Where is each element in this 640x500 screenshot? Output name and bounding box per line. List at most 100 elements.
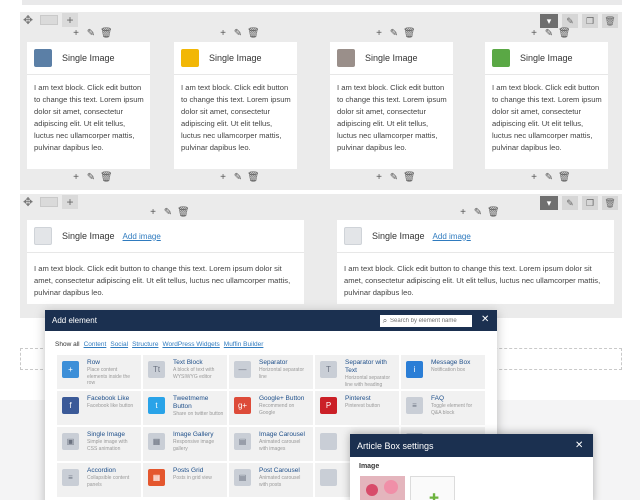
element-tile[interactable]: g+ Google+ Button Recommend on Google <box>229 391 313 425</box>
clone-icon[interactable]: ❐ <box>582 14 598 28</box>
category-tab-show-all[interactable]: Show all <box>55 341 80 348</box>
category-tab-content[interactable]: Content <box>84 341 107 348</box>
pencil-icon[interactable]: ✎ <box>562 196 578 210</box>
chevron-down-icon[interactable]: ▾ <box>540 14 558 28</box>
element-tile[interactable]: ▤ Image Carousel Animated carousel with im… <box>229 427 313 461</box>
element-tile[interactable]: ▦ Image Gallery Responsive image gallery <box>143 427 227 461</box>
settings-header: Article Box settings <box>350 434 593 457</box>
close-icon[interactable]: ✕ <box>575 440 583 451</box>
plus-icon[interactable]: + <box>528 28 540 40</box>
pencil-icon[interactable]: ✎ <box>388 28 400 40</box>
single-image-element[interactable]: Single Image <box>181 49 262 67</box>
pencil-icon[interactable]: ✎ <box>85 28 97 40</box>
element-tile[interactable]: T Separator with Text Horizontal separator… <box>315 355 399 389</box>
row-2-controls: ▾ ✎ ❐ 🗑 <box>540 196 618 210</box>
trash-icon[interactable]: 🗑 <box>558 28 571 40</box>
text-block-element[interactable]: I am text block. Click edit button to ch… <box>344 263 612 299</box>
text-block-element[interactable]: I am text block. Click edit button to ch… <box>181 82 294 154</box>
pencil-icon[interactable]: ✎ <box>543 172 555 184</box>
plus-icon[interactable]: + <box>70 172 82 184</box>
row-layout-handle[interactable] <box>40 197 58 207</box>
text-block-element[interactable]: I am text block. Click edit button to ch… <box>34 263 302 299</box>
image-placeholder-icon <box>344 227 362 245</box>
add-image-link[interactable]: Add image <box>123 232 161 241</box>
pencil-icon[interactable]: ✎ <box>162 207 174 219</box>
trash-icon[interactable]: 🗑 <box>602 14 618 28</box>
element-tile[interactable]: ▤ Post Carousel Animated carousel with pos… <box>229 463 313 497</box>
add-image-button[interactable]: ✚ <box>410 476 455 500</box>
row-layout-handle[interactable] <box>40 15 58 25</box>
element-tile[interactable]: + Row Place content elements inside the ro… <box>57 355 141 389</box>
element-name: Message Box <box>431 359 471 366</box>
element-name: Image Carousel <box>259 431 305 438</box>
trash-icon[interactable]: 🗑 <box>177 207 190 219</box>
trash-icon[interactable]: 🗑 <box>558 172 571 184</box>
plus-icon[interactable]: + <box>457 207 469 219</box>
text-block-element[interactable]: I am text block. Click edit button to ch… <box>337 82 450 154</box>
trash-icon[interactable]: 🗑 <box>602 196 618 210</box>
element-tile[interactable]: P Pinterest Pinterest button <box>315 391 399 425</box>
google-button-icon: g+ <box>234 397 251 414</box>
category-tab-social[interactable]: Social <box>110 341 128 348</box>
add-column-button[interactable]: + <box>62 13 78 27</box>
move-icon[interactable]: ✥ <box>20 13 36 27</box>
plus-icon[interactable]: + <box>217 172 229 184</box>
element-name: Separator <box>259 359 288 366</box>
pencil-icon[interactable]: ✎ <box>232 28 244 40</box>
text-block-element[interactable]: I am text block. Click edit button to ch… <box>34 82 147 154</box>
plus-icon[interactable]: + <box>217 28 229 40</box>
element-tile[interactable]: — Separator Horizontal separator line <box>229 355 313 389</box>
single-image-element[interactable]: Single Image <box>34 49 115 67</box>
column-card: Single Image I am text block. Click edit … <box>330 42 453 169</box>
element-name: Image Gallery <box>173 431 214 438</box>
category-tab-muffin-builder[interactable]: Muffin Builder <box>224 341 264 348</box>
element-tile[interactable]: t Tweetmeme Button Share on twitter button <box>143 391 227 425</box>
column-tools: + ✎ 🗑 <box>528 172 571 184</box>
trash-icon[interactable]: 🗑 <box>100 28 113 40</box>
plus-icon[interactable]: + <box>70 28 82 40</box>
trash-icon[interactable]: 🗑 <box>247 172 260 184</box>
add-image-link[interactable]: Add image <box>433 232 471 241</box>
pencil-icon[interactable]: ✎ <box>388 172 400 184</box>
element-tile[interactable]: ▦ Posts Grid Posts in grid view <box>143 463 227 497</box>
category-tab-wordpress-widgets[interactable]: WordPress Widgets <box>162 341 219 348</box>
trash-icon[interactable]: 🗑 <box>403 28 416 40</box>
pencil-icon[interactable]: ✎ <box>562 14 578 28</box>
element-tile[interactable]: ≡ Accordion Collapsible content panels <box>57 463 141 497</box>
category-tab-structure[interactable]: Structure <box>132 341 158 348</box>
plus-icon[interactable]: + <box>373 28 385 40</box>
element-tile[interactable]: ≡ FAQ Toggle element for Q&A block <box>401 391 485 425</box>
row-2-toolbar: ✥ + <box>20 194 78 210</box>
image-carousel-icon: ▤ <box>234 433 251 450</box>
clone-icon[interactable]: ❐ <box>582 196 598 210</box>
search-input[interactable] <box>390 316 470 326</box>
tile-text: Accordion Collapsible content panels <box>87 467 138 488</box>
pencil-icon[interactable]: ✎ <box>543 28 555 40</box>
single-image-element[interactable]: Single Image <box>337 49 418 67</box>
plus-icon[interactable]: + <box>528 172 540 184</box>
trash-icon[interactable]: 🗑 <box>100 172 113 184</box>
pencil-icon[interactable]: ✎ <box>232 172 244 184</box>
element-tile[interactable]: f Facebook Like Facebook like button <box>57 391 141 425</box>
plus-icon[interactable]: + <box>373 172 385 184</box>
move-icon[interactable]: ✥ <box>20 195 36 209</box>
close-icon[interactable]: ✕ <box>481 314 489 325</box>
single-image-element[interactable]: Single Image Add image <box>34 227 161 245</box>
element-tile[interactable]: i Message Box Notification box <box>401 355 485 389</box>
element-tile[interactable]: Tt Text Block A block of text with WYSIWYG… <box>143 355 227 389</box>
element-tile[interactable]: ▣ Single Image Simple image with CSS anima… <box>57 427 141 461</box>
single-image-element[interactable]: Single Image <box>492 49 573 67</box>
pencil-icon[interactable]: ✎ <box>472 207 484 219</box>
trash-icon[interactable]: 🗑 <box>487 207 500 219</box>
image-preview[interactable] <box>360 476 405 500</box>
pencil-icon[interactable]: ✎ <box>85 172 97 184</box>
text-block-element[interactable]: I am text block. Click edit button to ch… <box>492 82 605 154</box>
divider <box>485 74 608 75</box>
message-box-icon: i <box>406 361 423 378</box>
plus-icon[interactable]: + <box>147 207 159 219</box>
trash-icon[interactable]: 🗑 <box>403 172 416 184</box>
single-image-element[interactable]: Single Image Add image <box>344 227 471 245</box>
trash-icon[interactable]: 🗑 <box>247 28 260 40</box>
chevron-down-icon[interactable]: ▾ <box>540 196 558 210</box>
add-column-button[interactable]: + <box>62 195 78 209</box>
